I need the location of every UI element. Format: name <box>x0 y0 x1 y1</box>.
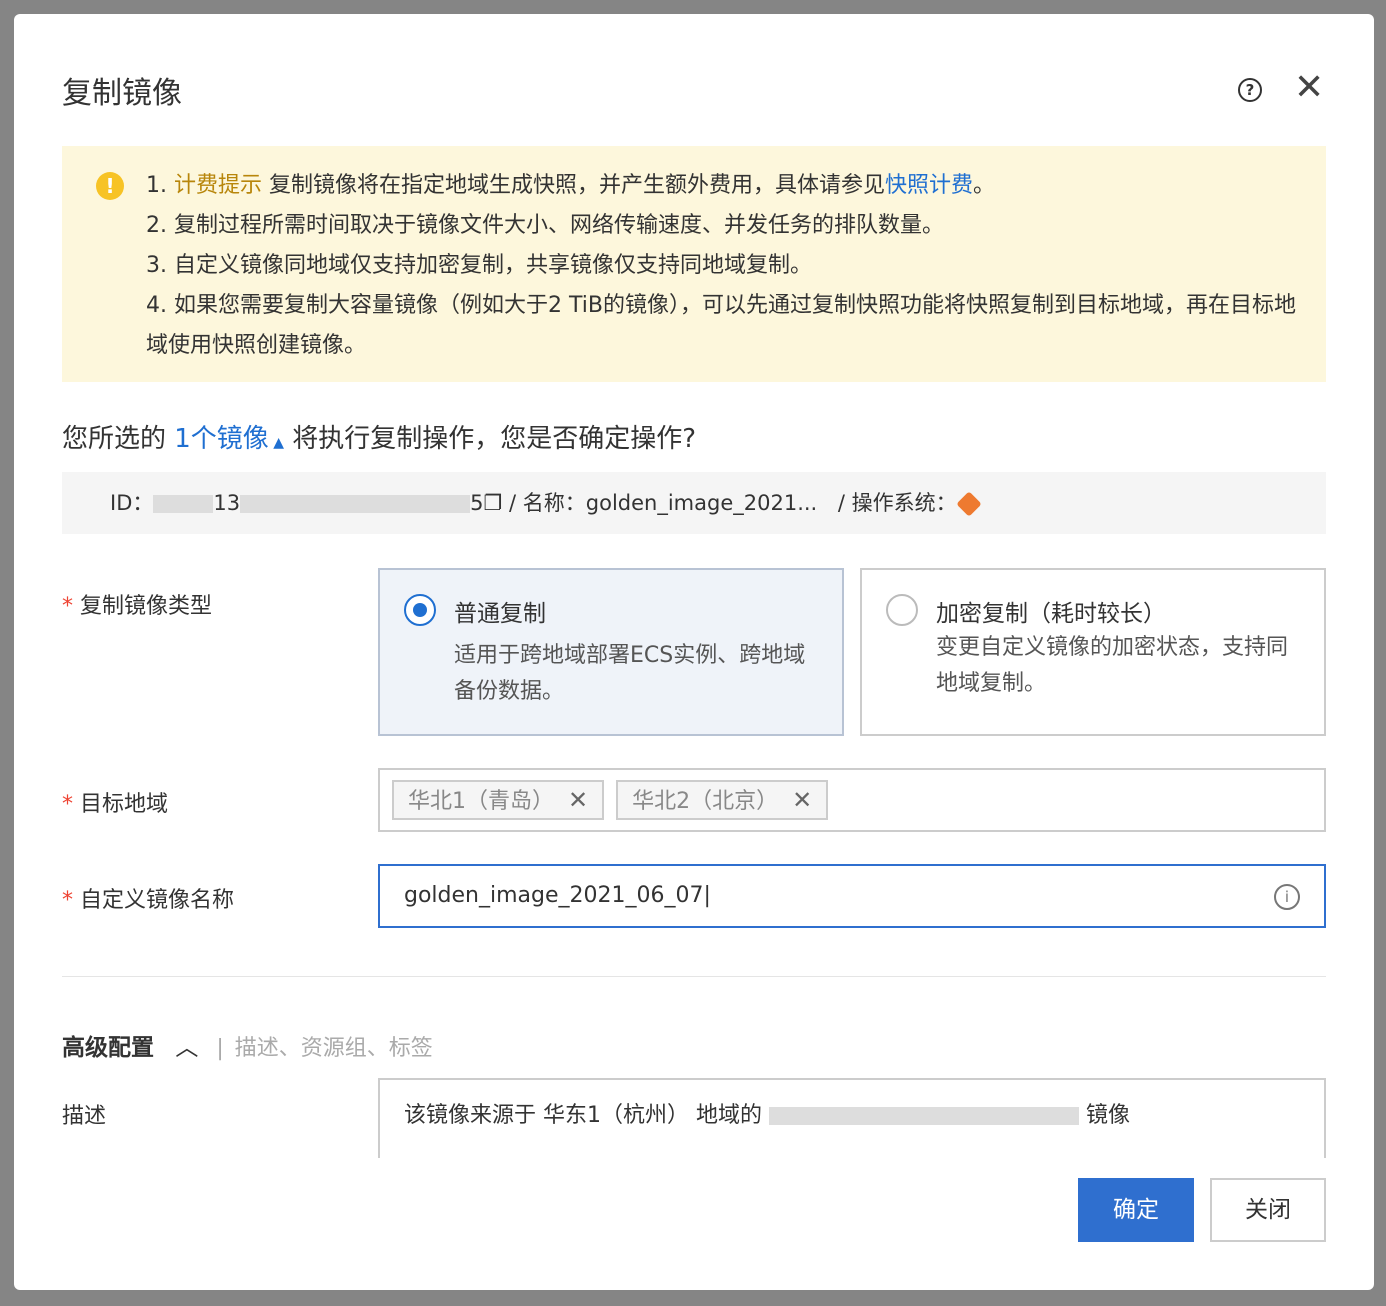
copy-type-label: * 复制镜像类型 <box>62 594 213 619</box>
id-value-end: 5 <box>470 491 484 515</box>
advanced-title: 高级配置 <box>62 1035 154 1061</box>
description-textarea[interactable]: 该镜像来源于 华东1（杭州） 地域的 镜像 <box>378 1078 1326 1158</box>
confirm-suffix: 将执行复制操作，您是否确定操作? <box>284 424 697 454</box>
copy-image-dialog: 复制镜像 ? ✕ ! 1. 计费提示 复制镜像将在指定地域生成快照，并产生额外费… <box>14 14 1374 1290</box>
option-normal-copy[interactable]: 普通复制 适用于跨地域部署ECS实例、跨地域备份数据。 <box>378 568 844 736</box>
close-button[interactable]: 关闭 <box>1210 1178 1326 1242</box>
region-label: * 目标地域 <box>62 792 169 817</box>
notice-line-3: 3. 自定义镜像同地域仅支持加密复制，共享镜像仅支持同地域复制。 <box>146 253 812 278</box>
billing-notice: ! 1. 计费提示 复制镜像将在指定地域生成快照，并产生额外费用，具体请参见快照… <box>62 146 1326 382</box>
close-icon[interactable]: ✕ <box>1294 68 1324 108</box>
id-label: ID： <box>110 491 154 515</box>
image-name: golden_image_2021... <box>585 491 818 515</box>
id-value: 13 <box>213 491 241 515</box>
region-select[interactable]: 华北1（青岛） ✕ 华北2（北京） ✕ <box>378 768 1326 832</box>
notice-line-4: 4. 如果您需要复制大容量镜像（例如大于2 TiB的镜像），可以先通过复制快照功… <box>146 293 1296 358</box>
image-name-input[interactable]: golden_image_2021_06_07| i <box>378 864 1326 928</box>
confirm-prefix: 您所选的 <box>62 424 175 454</box>
redacted <box>240 495 471 513</box>
desc-label: 描述 <box>62 1104 107 1129</box>
snapshot-billing-link[interactable]: 快照计费 <box>885 173 973 198</box>
name-label: / 名称： <box>509 491 586 515</box>
option-desc: 变更自定义镜像的加密状态，支持同地域复制。 <box>936 635 1289 696</box>
notice-text: 复制镜像将在指定地域生成快照，并产生额外费用，具体请参见 <box>262 173 885 198</box>
region-tag: 华北1（青岛） ✕ <box>392 780 605 820</box>
remove-tag-icon[interactable]: ✕ <box>568 786 588 814</box>
image-count-link[interactable]: 1个镜像 <box>174 424 269 454</box>
radio-unselected[interactable] <box>886 594 918 626</box>
advanced-sub: 描述、资源组、标签 <box>234 1036 433 1061</box>
confirm-text: 您所选的 1个镜像 ▲ 将执行复制操作，您是否确定操作? <box>62 418 696 455</box>
option-desc: 适用于跨地域部署ECS实例、跨地域备份数据。 <box>454 643 806 704</box>
warning-icon: ! <box>96 172 124 200</box>
image-name-label: * 自定义镜像名称 <box>62 888 235 913</box>
redacted <box>768 1107 1079 1125</box>
divider <box>62 976 1326 977</box>
copy-icon[interactable]: ❐ <box>483 491 502 515</box>
option-encrypted-copy[interactable]: 加密复制（耗时较长） 变更自定义镜像的加密状态，支持同地域复制。 <box>860 568 1326 736</box>
chevron-up-icon[interactable]: ︿ <box>175 1035 198 1061</box>
notice-text: 1. <box>146 173 174 198</box>
caret-up-icon[interactable]: ▲ <box>269 435 284 451</box>
question-circle-icon[interactable]: ? <box>1238 78 1262 102</box>
image-info-row: ID： 13 5❐ / 名称：golden_image_2021... / 操作系统… <box>62 472 1326 534</box>
os-label: / 操作系统： <box>837 491 957 515</box>
option-title: 加密复制（耗时较长） <box>936 601 1166 627</box>
radio-selected[interactable] <box>404 594 436 626</box>
advanced-config-toggle[interactable]: 高级配置 ︿ | 描述、资源组、标签 <box>62 1028 433 1062</box>
option-title: 普通复制 <box>454 601 546 627</box>
notice-text: 。 <box>973 173 996 198</box>
dialog-title: 复制镜像 <box>62 76 182 111</box>
ok-button[interactable]: 确定 <box>1078 1178 1194 1242</box>
region-tag: 华北2（北京） ✕ <box>616 780 829 820</box>
notice-line-2: 2. 复制过程所需时间取决于镜像文件大小、网络传输速度、并发任务的排队数量。 <box>146 213 944 238</box>
os-logo-icon <box>955 491 982 517</box>
billing-highlight: 计费提示 <box>173 173 262 198</box>
remove-tag-icon[interactable]: ✕ <box>792 786 812 814</box>
input-value: golden_image_2021_06_07 <box>404 883 704 908</box>
info-icon[interactable]: i <box>1274 884 1300 910</box>
redacted <box>153 495 214 513</box>
